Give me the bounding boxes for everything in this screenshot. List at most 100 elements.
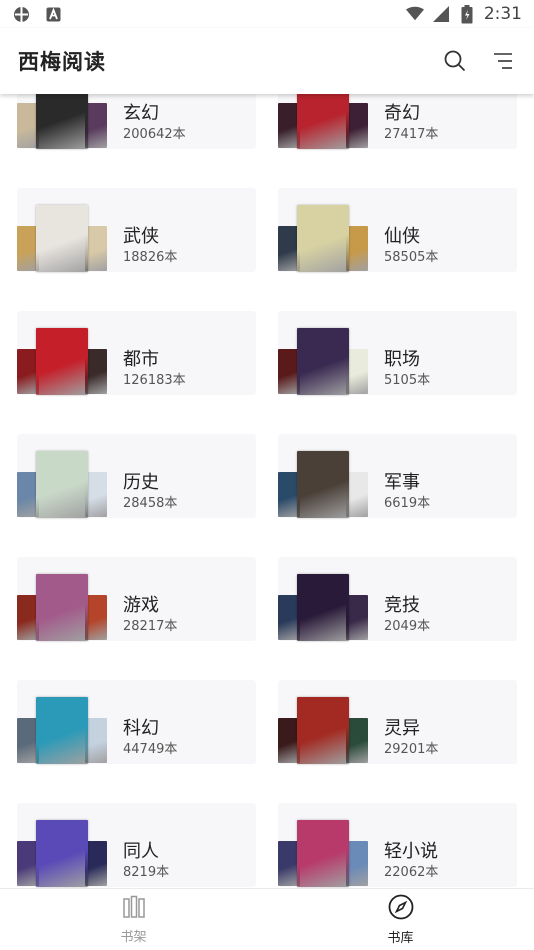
category-name: 同人: [123, 841, 159, 862]
sync-icon: [12, 5, 30, 23]
book-cover-image: [346, 595, 368, 640]
category-card[interactable]: 灵异 29201本: [278, 680, 517, 764]
book-covers: [278, 94, 368, 149]
category-book-count: 28217本: [123, 619, 178, 634]
book-cover-image: [346, 103, 368, 148]
category-name: 竞技: [384, 595, 420, 616]
book-cover-image: [346, 226, 368, 271]
category-name: 武侠: [123, 226, 159, 247]
book-covers: [17, 557, 107, 641]
category-book-count: 44749本: [123, 742, 178, 757]
category-name: 都市: [123, 349, 159, 370]
book-covers: [17, 803, 107, 887]
category-book-count: 2049本: [384, 619, 431, 634]
category-name: 军事: [384, 472, 420, 493]
category-book-count: 8219本: [123, 865, 170, 880]
category-card[interactable]: 职场 5105本: [278, 311, 517, 395]
status-time: 2:31: [483, 4, 522, 24]
compass-icon: [388, 894, 414, 924]
nav-library[interactable]: 书库: [267, 889, 534, 950]
book-cover-image: [85, 226, 107, 271]
category-card[interactable]: 轻小说 22062本: [278, 803, 517, 887]
category-card[interactable]: 游戏 28217本: [17, 557, 256, 641]
category-name: 科幻: [123, 718, 159, 739]
category-name: 玄幻: [123, 103, 159, 124]
category-book-count: 29201本: [384, 742, 439, 757]
signal-icon: [432, 5, 450, 23]
book-covers: [278, 557, 368, 641]
category-name: 轻小说: [384, 841, 438, 862]
book-covers: [17, 680, 107, 764]
category-card[interactable]: 奇幻 27417本: [278, 94, 517, 149]
book-cover-image: [346, 472, 368, 517]
book-cover-image: [346, 349, 368, 394]
category-book-count: 200642本: [123, 127, 186, 142]
book-covers: [278, 803, 368, 887]
book-cover-image: [36, 697, 88, 764]
category-card[interactable]: 都市 126183本: [17, 311, 256, 395]
book-cover-image: [36, 451, 88, 518]
book-cover-image: [85, 349, 107, 394]
nav-bookshelf[interactable]: 书架: [0, 889, 267, 950]
book-cover-image: [297, 820, 349, 887]
category-name: 职场: [384, 349, 420, 370]
book-covers: [17, 188, 107, 272]
category-book-count: 27417本: [384, 127, 439, 142]
book-covers: [17, 94, 107, 149]
app-notification-icon: [44, 5, 62, 23]
app-title: 西梅阅读: [18, 49, 106, 74]
category-book-count: 58505本: [384, 250, 439, 265]
status-bar: 2:31: [0, 0, 534, 28]
category-book-count: 5105本: [384, 373, 431, 388]
book-covers: [278, 434, 368, 518]
category-card[interactable]: 玄幻 200642本: [17, 94, 256, 149]
nav-bookshelf-label: 书架: [120, 929, 147, 945]
menu-list-icon[interactable]: [490, 48, 516, 74]
category-book-count: 18826本: [123, 250, 178, 265]
book-covers: [278, 311, 368, 395]
book-cover-image: [36, 94, 88, 149]
category-book-count: 22062本: [384, 865, 439, 880]
category-name: 历史: [123, 472, 159, 493]
category-card[interactable]: 仙侠 58505本: [278, 188, 517, 272]
book-cover-image: [297, 94, 349, 149]
category-book-count: 6619本: [384, 496, 431, 511]
book-cover-image: [36, 574, 88, 641]
book-cover-image: [297, 328, 349, 395]
category-name: 灵异: [384, 718, 420, 739]
book-cover-image: [85, 103, 107, 148]
book-cover-image: [36, 205, 88, 272]
category-name: 奇幻: [384, 103, 420, 124]
book-cover-image: [297, 574, 349, 641]
book-cover-image: [346, 718, 368, 763]
category-name: 仙侠: [384, 226, 420, 247]
book-covers: [17, 311, 107, 395]
book-cover-image: [85, 472, 107, 517]
category-card[interactable]: 军事 6619本: [278, 434, 517, 518]
book-covers: [278, 188, 368, 272]
category-book-count: 126183本: [123, 373, 186, 388]
book-cover-image: [85, 718, 107, 763]
book-cover-image: [297, 697, 349, 764]
book-cover-image: [297, 205, 349, 272]
book-cover-image: [36, 328, 88, 395]
category-name: 游戏: [123, 595, 159, 616]
book-cover-image: [346, 841, 368, 886]
search-icon[interactable]: [442, 48, 468, 74]
category-book-count: 28458本: [123, 496, 178, 511]
book-covers: [17, 434, 107, 518]
book-cover-image: [297, 451, 349, 518]
category-list[interactable]: 玄幻 200642本 奇幻 27417本武侠 18826本 仙侠 58505本都市 12618…: [0, 94, 534, 888]
bookshelf-icon: [122, 895, 146, 923]
book-cover-image: [85, 841, 107, 886]
category-card[interactable]: 武侠 18826本: [17, 188, 256, 272]
wifi-icon: [405, 5, 424, 23]
category-card[interactable]: 竞技 2049本: [278, 557, 517, 641]
book-cover-image: [36, 820, 88, 887]
app-bar: 西梅阅读: [0, 28, 534, 94]
book-covers: [278, 680, 368, 764]
nav-library-label: 书库: [387, 930, 414, 946]
category-card[interactable]: 历史 28458本: [17, 434, 256, 518]
category-card[interactable]: 科幻 44749本: [17, 680, 256, 764]
category-card[interactable]: 同人 8219本: [17, 803, 256, 887]
